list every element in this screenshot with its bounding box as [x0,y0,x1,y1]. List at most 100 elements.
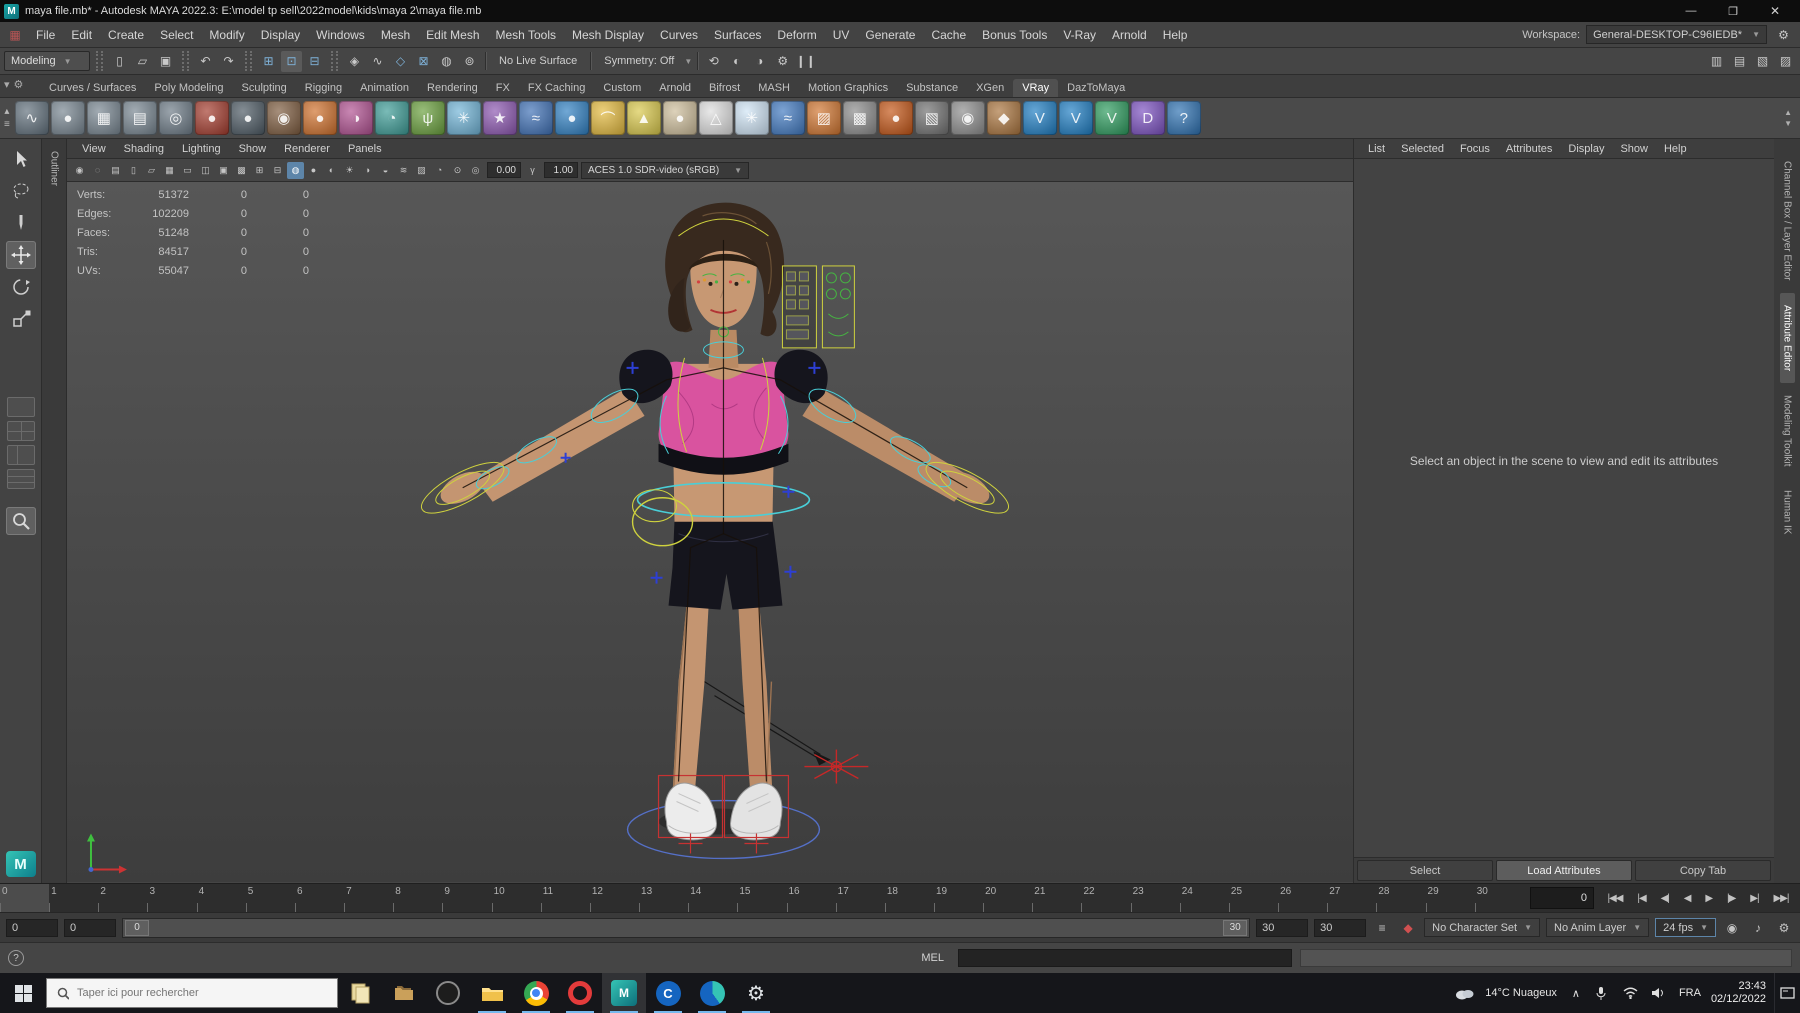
camera-attrs-icon[interactable]: ▤ [107,162,124,179]
step-forward-key-button[interactable]: |▶ [1726,891,1736,906]
timeline-frame-18[interactable]: 18 [884,884,934,912]
vray-tool-3-icon[interactable]: V [1094,101,1129,135]
panel-menu-show[interactable]: Show [230,139,276,159]
select-component-icon[interactable]: ⊟ [304,51,325,72]
shelf-tab-substance[interactable]: Substance [897,79,967,97]
use-all-lights-icon[interactable]: ☀ [341,162,358,179]
app-icon-documents[interactable] [338,973,382,1013]
menu-windows[interactable]: Windows [308,22,373,48]
timeline-frame-15[interactable]: 15 [737,884,786,912]
ae-menu-show[interactable]: Show [1612,143,1656,155]
status-grip[interactable] [331,51,338,71]
curve-tool-icon[interactable]: ∿ [14,101,49,135]
ae-menu-display[interactable]: Display [1560,143,1612,155]
wireframe-shaded-icon[interactable]: ◍ [287,161,304,179]
timeline-frame-30[interactable]: 30 [1474,884,1524,912]
range-end-handle[interactable]: 30 [1223,919,1248,936]
timeline-frame-28[interactable]: 28 [1376,884,1425,912]
menu-mesh[interactable]: Mesh [373,22,418,48]
timeline-ticks[interactable]: 0 1 2 3 4 5 6 7 8 9 10 11 12 13 14 15 16 17 18 19 20 21 22 23 24… [0,884,1524,912]
start-button[interactable] [0,973,46,1013]
zoom-tool[interactable] [5,507,36,535]
workspace-gear-icon[interactable]: ⚙ [1773,24,1794,45]
taskbar-clock[interactable]: 23:43 02/12/2022 [1711,980,1766,1006]
language-indicator[interactable]: FRA [1679,987,1701,999]
timeline-frame-26[interactable]: 26 [1278,884,1327,912]
timeline-frame-7[interactable]: 7 [344,884,393,912]
timeline-frame-27[interactable]: 27 [1327,884,1376,912]
menu-generate[interactable]: Generate [857,22,923,48]
uv-tool-icon[interactable]: ▧ [914,101,949,135]
shelf-options-icon[interactable]: ≡ [4,119,10,130]
shelf-tab-animation[interactable]: Animation [351,79,418,97]
shelf-tab-sculpting[interactable]: Sculpting [233,79,296,97]
notification-center-icon[interactable] [1774,973,1800,1013]
shadows-icon[interactable]: ◑ [359,162,376,179]
menu-file[interactable]: File [28,22,63,48]
paint-grass-icon[interactable]: ψ [410,101,445,135]
load-attributes-button[interactable]: Load Attributes [1496,860,1632,881]
timeline-frame-20[interactable]: 20 [983,884,1032,912]
select-button[interactable]: Select [1357,860,1493,881]
sidebar-toolsettings-icon[interactable]: ▧ [1752,51,1773,72]
ramp-ball-icon[interactable]: ◑ [338,101,373,135]
menu-uv[interactable]: UV [825,22,858,48]
shaded-icon[interactable]: ● [305,162,322,179]
shelf-tab-rendering[interactable]: Rendering [418,79,487,97]
orange-shader-ball-icon[interactable]: ● [302,101,337,135]
layout-four-pane-button[interactable] [6,421,35,441]
status-grip[interactable] [245,51,252,71]
undo-icon[interactable]: ↶ [195,51,216,72]
menu-arnold[interactable]: Arnold [1104,22,1155,48]
maya-home-icon[interactable]: ▦ [6,26,24,44]
shelf-tab-arnold[interactable]: Arnold [650,79,700,97]
menu-display[interactable]: Display [253,22,308,48]
substance-ball-icon[interactable]: ● [878,101,913,135]
app-icon-dark-circle[interactable] [426,973,470,1013]
checker-ball-icon[interactable]: ◔ [374,101,409,135]
lasso-tool[interactable] [6,177,36,205]
paint-select-tool[interactable] [6,209,36,237]
menu-edit-mesh[interactable]: Edit Mesh [418,22,487,48]
shelf-tab-daztomaya[interactable]: DazToMaya [1058,79,1134,97]
camera-select-icon[interactable]: ◉ [71,162,88,179]
playback-options-icon[interactable]: ≡ [1372,918,1392,938]
red-shader-ball-icon[interactable]: ● [194,101,229,135]
timeline-frame-19[interactable]: 19 [933,884,983,912]
daz-to-maya-icon[interactable]: D [1130,101,1165,135]
sidebar-tab-channel-box-layer-editor[interactable]: Channel Box / Layer Editor [1780,149,1795,293]
menu-cache[interactable]: Cache [923,22,974,48]
menu-deform[interactable]: Deform [769,22,824,48]
ae-menu-attributes[interactable]: Attributes [1498,143,1560,155]
step-back-key-button[interactable]: ◀| [1660,891,1670,906]
timeline-frame-8[interactable]: 8 [393,884,442,912]
render-settings-icon[interactable]: ⚙ [772,51,793,72]
copy-tab-button[interactable]: Copy Tab [1635,860,1771,881]
poly-cube-icon[interactable]: ▦ [86,101,121,135]
opera-icon[interactable] [558,973,602,1013]
playback-start-field[interactable]: 0 [64,918,116,937]
timeline-frame-23[interactable]: 23 [1130,884,1180,912]
textured-icon[interactable]: ◐ [323,162,340,179]
menu-modify[interactable]: Modify [201,22,252,48]
shelf-tab-rigging[interactable]: Rigging [296,79,351,97]
outliner-tab[interactable]: Outliner [49,143,60,194]
rotate-tool[interactable] [6,273,36,301]
select-tool[interactable] [6,145,36,173]
gamma-field[interactable]: 1.00 [544,162,578,178]
menu-set-selector[interactable]: Modeling ▼ [4,51,90,71]
menu-create[interactable]: Create [100,22,152,48]
ae-menu-focus[interactable]: Focus [1452,143,1498,155]
motion-blur-icon[interactable]: ≋ [395,162,412,179]
poly-sphere-icon[interactable]: ● [50,101,85,135]
sidebar-channelbox-icon[interactable]: ▥ [1706,51,1727,72]
menu-bonus-tools[interactable]: Bonus Tools [974,22,1055,48]
ipr-render-icon[interactable]: ◑ [749,51,770,72]
shelf-tab-mash[interactable]: MASH [749,79,799,97]
sidebar-modeling-icon[interactable]: ▨ [1775,51,1796,72]
cone-primitive-icon[interactable]: ▲ [626,101,661,135]
redo-icon[interactable]: ↷ [218,51,239,72]
isolate-select-icon[interactable]: ⊙ [449,162,466,179]
shelf-scroll-up-icon[interactable]: ▲ [1784,108,1792,117]
shelf-tab-curves-surfaces[interactable]: Curves / Surfaces [40,79,145,97]
